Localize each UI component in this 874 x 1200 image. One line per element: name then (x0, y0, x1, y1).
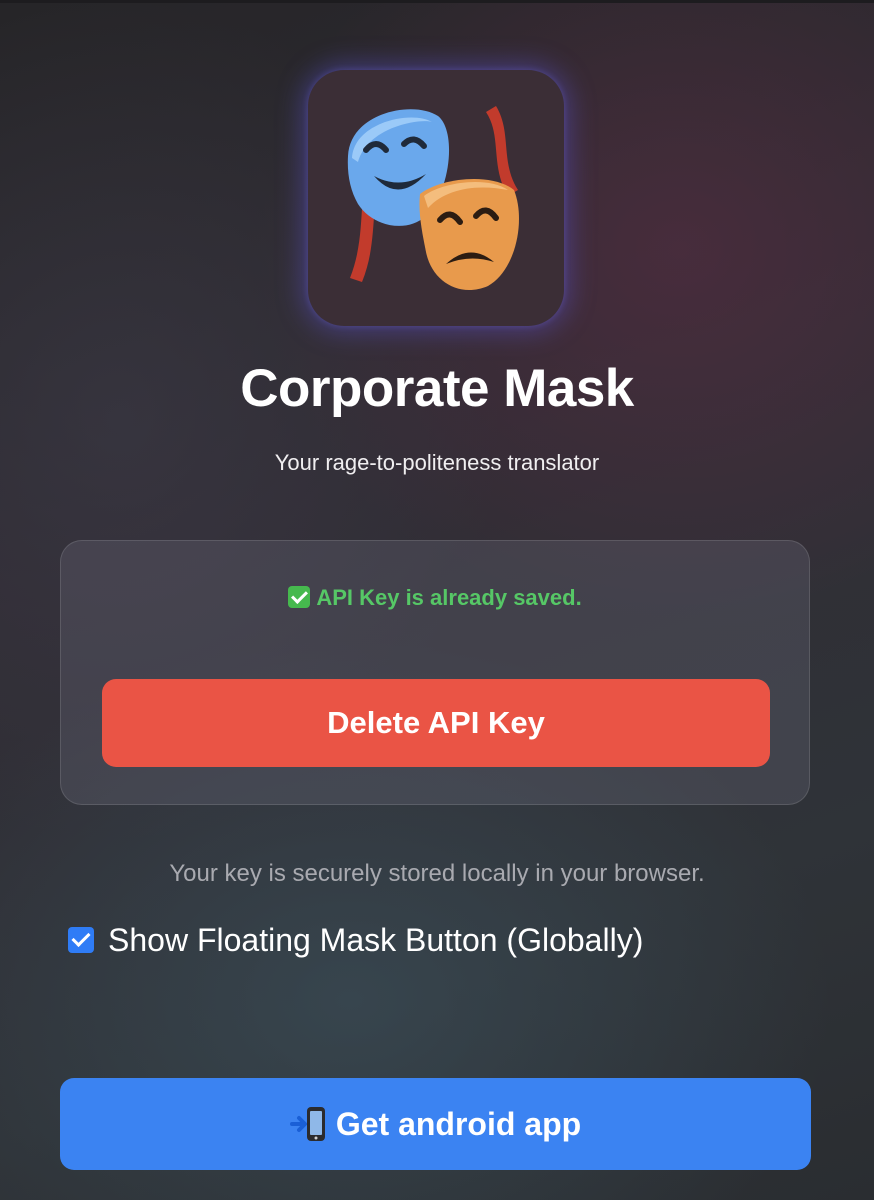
window-top-edge (0, 0, 874, 3)
get-android-app-button[interactable]: Get android app (60, 1078, 811, 1170)
floating-mask-toggle[interactable]: Show Floating Mask Button (Globally) (68, 920, 643, 960)
get-android-app-label: Get android app (335, 1105, 582, 1142)
floating-mask-checkbox[interactable] (68, 927, 94, 953)
api-key-status-text: API Key is already saved. (316, 585, 582, 610)
app-logo (308, 70, 564, 326)
delete-api-key-button[interactable]: Delete API Key (102, 679, 770, 767)
api-key-status: API Key is already saved. (61, 585, 809, 611)
mobile-phone-arrow-icon (289, 1107, 325, 1141)
storage-note: Your key is securely stored locally in y… (169, 860, 705, 887)
app-title: Corporate Mask (240, 359, 634, 418)
theater-masks-icon (347, 106, 519, 291)
api-key-card: API Key is already saved. Delete API Key (60, 540, 810, 805)
check-mark-icon (288, 586, 311, 608)
app-subtitle: Your rage-to-politeness translator (274, 450, 600, 475)
floating-mask-toggle-label: Show Floating Mask Button (Globally) (108, 921, 644, 958)
